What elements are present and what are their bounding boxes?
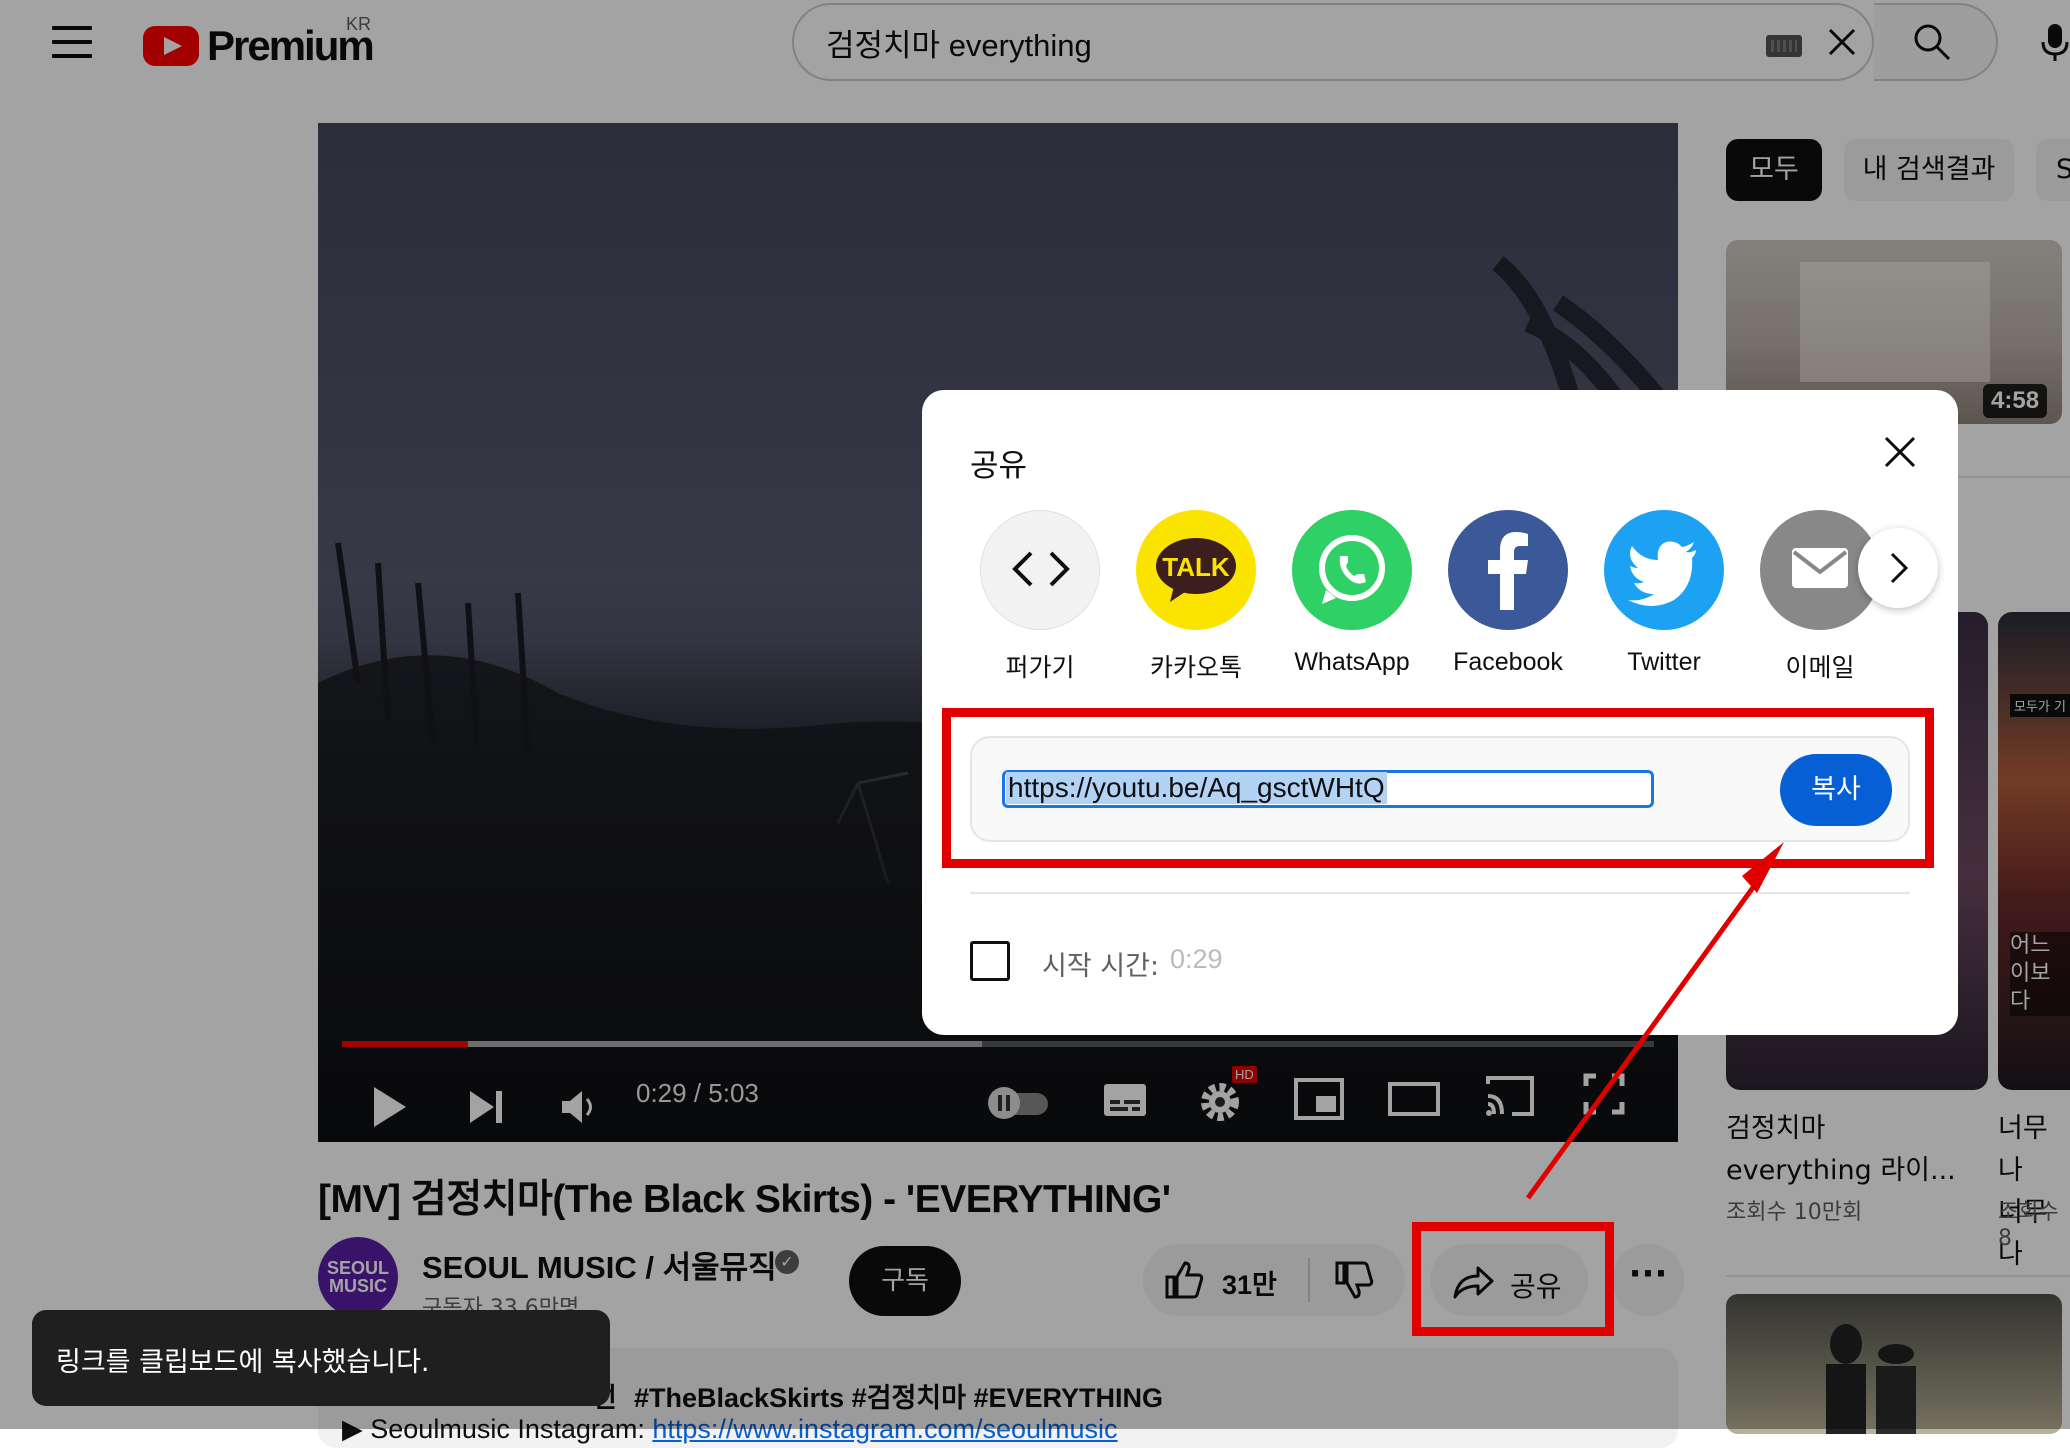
- share-whatsapp-button[interactable]: [1292, 510, 1412, 630]
- kakaotalk-badge-text: TALK: [1162, 552, 1230, 582]
- facebook-icon: [1488, 532, 1528, 610]
- share-target-label: Twitter: [1627, 648, 1701, 676]
- share-twitter-button[interactable]: [1604, 510, 1724, 630]
- share-target-label: 이메일: [1785, 654, 1855, 682]
- dialog-divider: [970, 892, 1910, 894]
- share-embed-button[interactable]: [980, 510, 1100, 630]
- share-dialog-title: 공유: [970, 448, 1028, 484]
- share-facebook-button[interactable]: [1448, 510, 1568, 630]
- share-target-label: Facebook: [1453, 648, 1563, 676]
- close-icon[interactable]: [1880, 432, 1920, 472]
- toast-message: 링크를 클립보드에 복사했습니다.: [56, 1347, 430, 1378]
- whatsapp-icon: [1319, 535, 1385, 604]
- start-time-label: 시작 시간:: [1042, 951, 1160, 982]
- share-highlight-box: [1412, 1222, 1614, 1336]
- start-time-checkbox[interactable]: [970, 941, 1010, 981]
- share-target-label: 퍼가기: [1005, 654, 1075, 682]
- twitter-icon: [1628, 541, 1696, 606]
- share-targets-next-button[interactable]: [1858, 528, 1938, 608]
- url-highlight-box: [942, 708, 1934, 868]
- chevron-right-icon: [1890, 552, 1909, 584]
- share-target-label: 카카오톡: [1149, 654, 1242, 682]
- kakaotalk-icon: TALK: [1156, 538, 1236, 602]
- embed-icon: [1012, 551, 1070, 587]
- share-target-label: WhatsApp: [1294, 648, 1410, 676]
- share-kakaotalk-button[interactable]: TALK: [1136, 510, 1256, 630]
- start-time-value[interactable]: 0:29: [1170, 944, 1223, 975]
